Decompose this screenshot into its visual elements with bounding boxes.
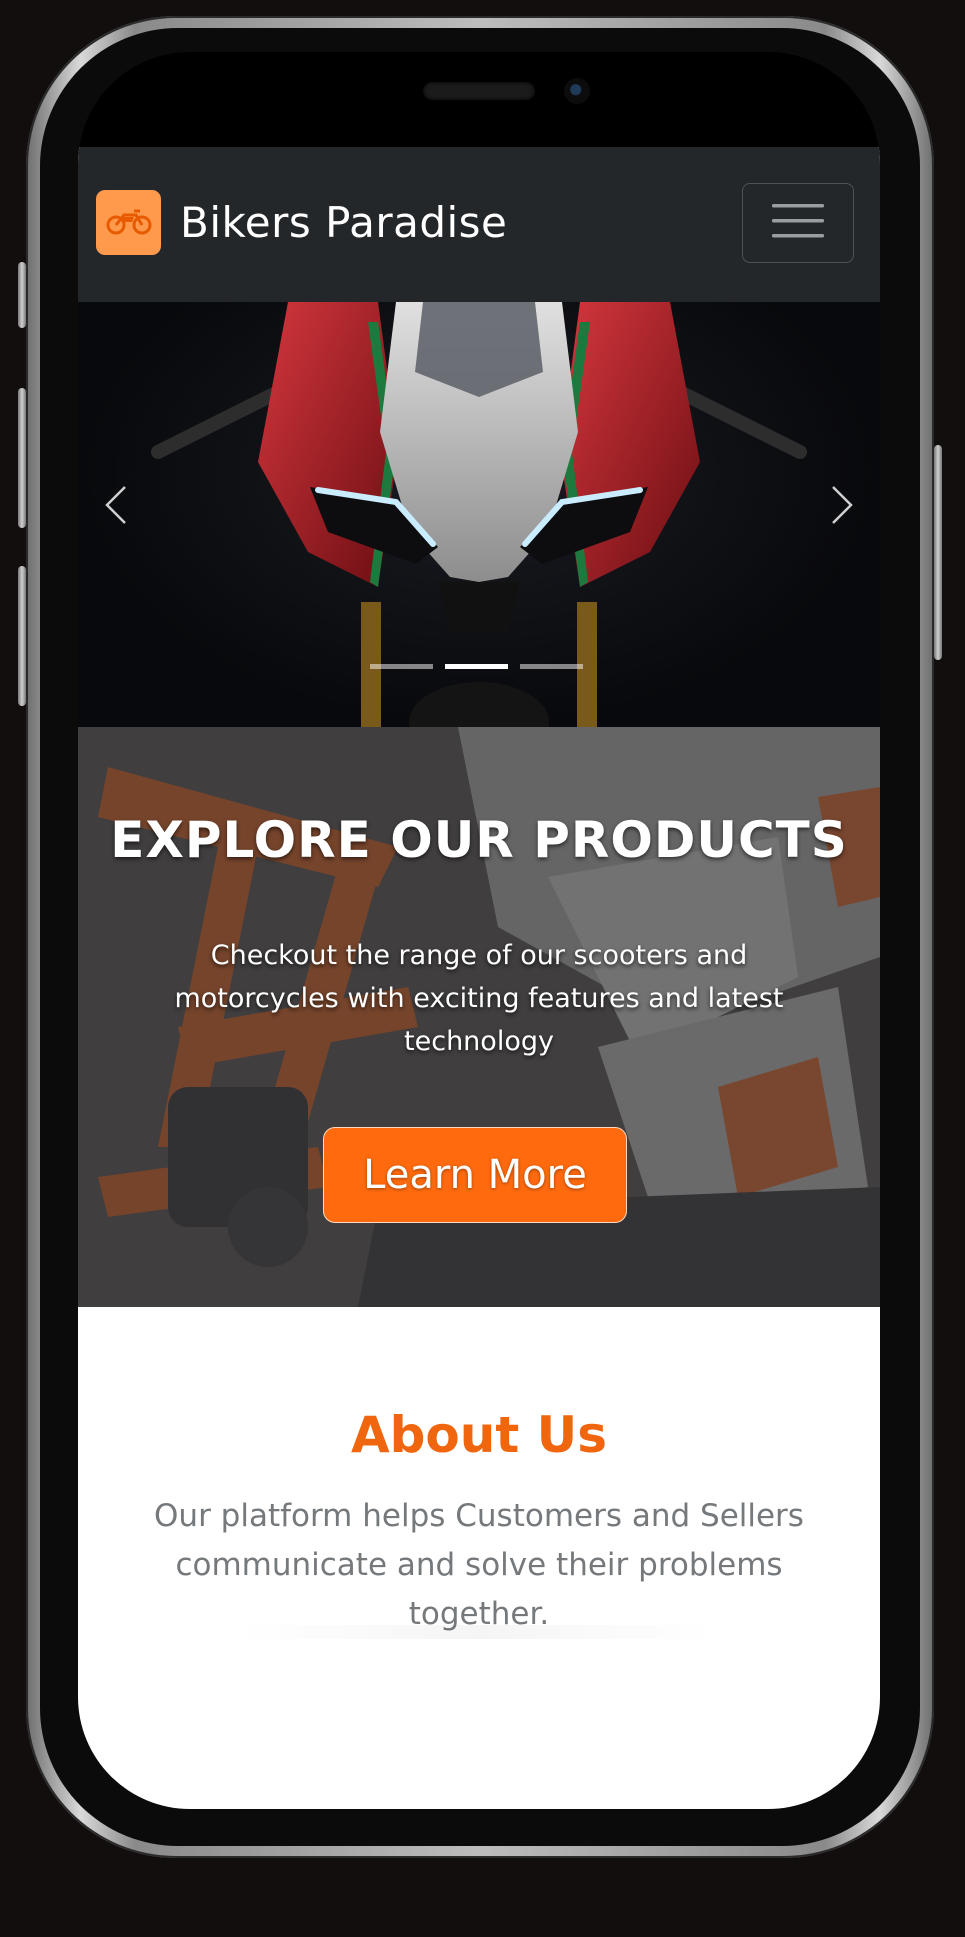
section-divider — [238, 1625, 718, 1639]
about-us-description: Our platform helps Customers and Sellers… — [154, 1498, 804, 1632]
carousel-indicator-active[interactable] — [445, 664, 508, 669]
hero-title: EXPLORE OUR PRODUCTS — [110, 811, 848, 869]
volume-up-button — [18, 388, 26, 528]
carousel-next-button[interactable] — [822, 477, 862, 537]
motorcycle-icon — [105, 205, 153, 240]
carousel-prev-button[interactable] — [96, 477, 136, 537]
chevron-right-icon — [831, 485, 853, 530]
carousel-indicator[interactable] — [520, 664, 583, 669]
front-camera — [564, 78, 590, 104]
hero-description: Checkout the range of our scooters and m… — [174, 940, 784, 1057]
volume-down-button — [18, 566, 26, 706]
learn-more-button[interactable]: Learn More — [323, 1127, 627, 1223]
brand-name[interactable]: Bikers Paradise — [180, 195, 507, 251]
phone-screen: Bikers Paradise EXPLORE OUR PRODUCTS Che… — [78, 52, 880, 1809]
power-button — [934, 445, 942, 660]
navbar-toggle-button[interactable] — [742, 183, 854, 263]
earpiece-speaker — [423, 82, 535, 100]
chevron-left-icon — [105, 485, 127, 530]
hamburger-menu-icon — [772, 201, 824, 246]
carousel-indicator[interactable] — [370, 664, 433, 669]
brand-logo[interactable] — [96, 190, 161, 255]
about-us-title: About Us — [350, 1406, 608, 1464]
carousel-indicators — [370, 664, 590, 676]
explore-products-section: EXPLORE OUR PRODUCTS Checkout the range … — [78, 727, 880, 1307]
mute-switch — [18, 262, 26, 328]
navbar: Bikers Paradise — [78, 147, 880, 302]
website: Bikers Paradise EXPLORE OUR PRODUCTS Che… — [78, 147, 880, 1809]
hero-carousel — [78, 302, 880, 727]
